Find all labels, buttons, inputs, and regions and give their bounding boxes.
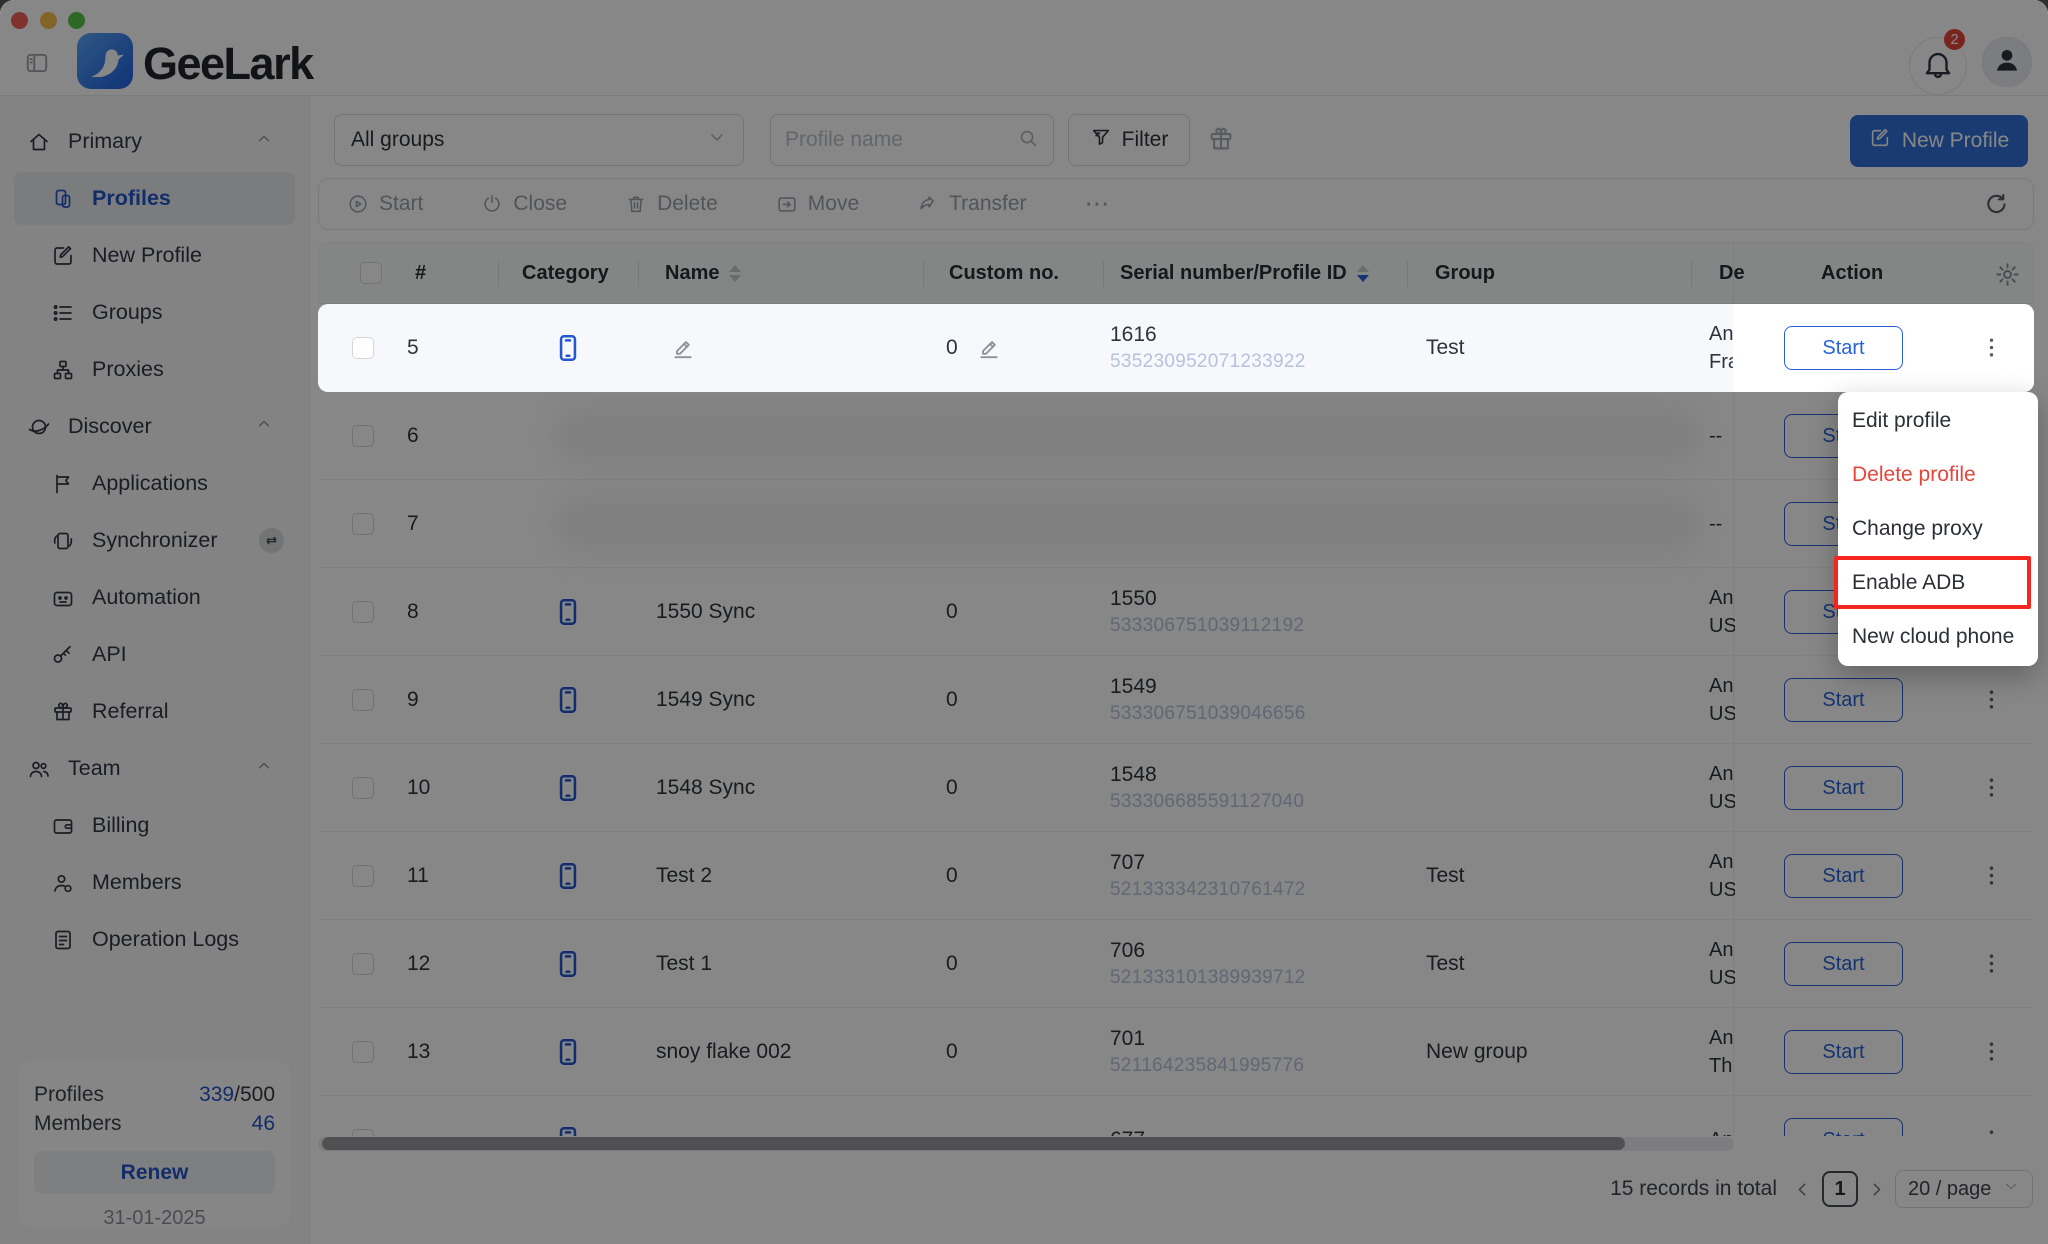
group-name: Test [1426,304,1465,392]
context-menu-item-edit-profile[interactable]: Edit profile [1838,394,2038,448]
table-row[interactable]: 5 0 1616 535230952071233922 Test AnFra Start [318,304,2034,392]
pencil-icon [670,335,696,361]
row-checkbox[interactable] [352,337,374,359]
row-more-menu-button[interactable] [1978,334,2005,366]
device-text: Fra [1709,348,1735,376]
enable-adb-highlight-box [1834,556,2031,609]
start-button[interactable]: Start [1784,326,1903,370]
context-menu-item-delete-profile[interactable]: Delete profile [1838,448,2038,502]
profile-id: 535230952071233922 [1110,351,1306,373]
edit-custom-number-button[interactable] [976,335,1002,366]
context-menu-item-change-proxy[interactable]: Change proxy [1838,502,2038,556]
kebab-icon [1978,334,2005,361]
context-menu-item-new-cloud-phone[interactable]: New cloud phone [1838,610,2038,664]
row-context-menu: Edit profileDelete profileChange proxyEn… [1838,392,2038,666]
smartphone-icon [552,332,584,369]
custom-number: 0 [946,304,958,392]
row-number: 5 [407,304,419,392]
phone-icon [552,332,584,364]
edit-name-button[interactable] [670,335,696,366]
device-text: An [1709,320,1735,348]
serial-profile-id: 1616 535230952071233922 [1110,304,1306,392]
device-cell: AnFra [1709,304,1735,392]
dim-overlay [0,0,2048,1244]
serial-number: 1616 [1110,323,1306,347]
geelark-window: GeeLark 2 PrimaryProfilesNew ProfileGrou… [0,0,2048,1244]
pencil-icon [976,335,1002,361]
